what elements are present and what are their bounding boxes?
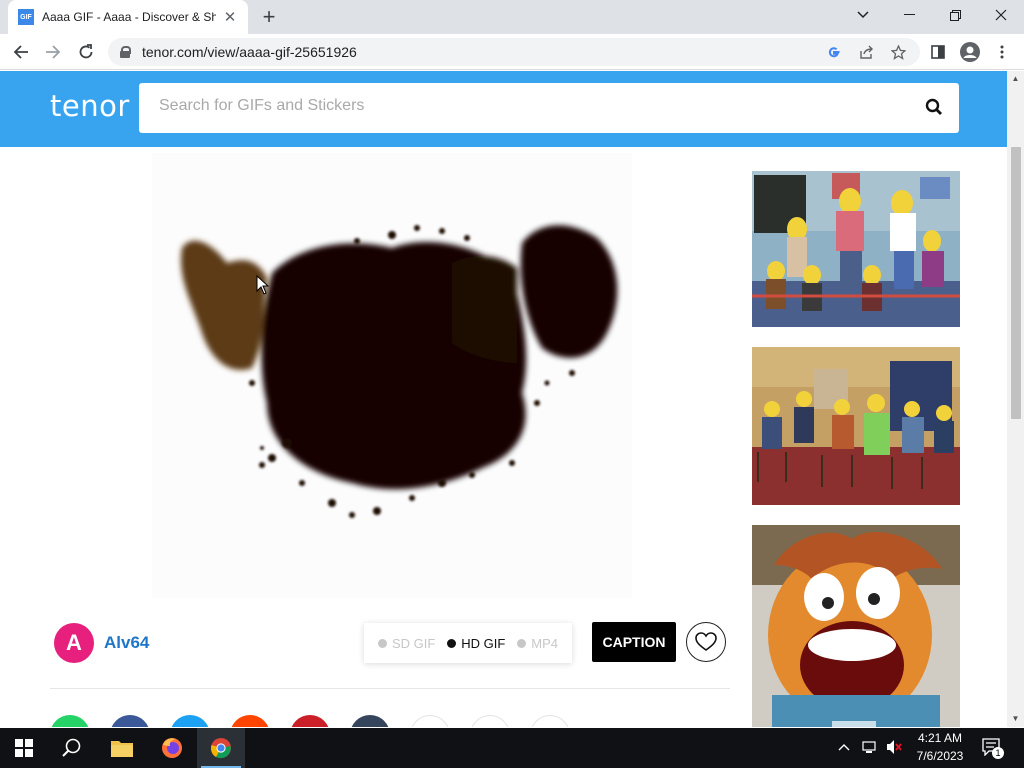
favorite-button[interactable]: [686, 622, 726, 662]
related-gif-2[interactable]: [752, 347, 960, 505]
tab-title: Aaaa GIF - Aaaa - Discover & Share GIFs: [42, 10, 216, 24]
profile-avatar-icon[interactable]: [958, 40, 982, 64]
radio-dot-icon: [447, 638, 457, 648]
forward-arrow-icon[interactable]: [41, 40, 65, 64]
caption-button[interactable]: CAPTION: [592, 622, 676, 662]
pinterest-share-icon[interactable]: [290, 715, 330, 727]
network-icon[interactable]: [862, 740, 878, 757]
kebab-menu-icon[interactable]: [990, 40, 1014, 64]
search-field[interactable]: Search for GIFs and Stickers: [139, 83, 959, 133]
chrome-taskbar-icon[interactable]: [197, 728, 245, 768]
bookmark-star-icon[interactable]: [889, 43, 907, 61]
page-viewport: tenor Search for GIFs and Stickers A Alv…: [0, 71, 1024, 727]
heart-icon: [695, 632, 717, 651]
format-sd-gif[interactable]: SD GIF: [377, 636, 435, 651]
tab-close-icon[interactable]: ✕: [222, 9, 238, 26]
volume-muted-icon[interactable]: [886, 739, 904, 758]
new-tab-plus-icon[interactable]: +: [258, 6, 280, 28]
link-share-icon[interactable]: [410, 715, 450, 727]
main-gif[interactable]: [152, 153, 632, 598]
search-icon[interactable]: [925, 98, 945, 118]
tenor-favicon-icon: GIF: [18, 9, 34, 25]
reddit-share-icon[interactable]: [230, 715, 270, 727]
windows-taskbar: 4:21 AM 7/6/2023 1: [0, 728, 1024, 768]
embed-share-icon[interactable]: [530, 715, 570, 727]
google-g-icon[interactable]: [825, 43, 843, 61]
windows-start-icon[interactable]: [0, 728, 48, 768]
search-taskbar-icon[interactable]: [48, 728, 96, 768]
file-explorer-icon[interactable]: [98, 728, 146, 768]
tray-chevron-up-icon[interactable]: [838, 740, 850, 754]
lock-icon: [120, 46, 131, 58]
reload-icon[interactable]: [74, 40, 98, 64]
email-share-icon[interactable]: [470, 715, 510, 727]
username-link[interactable]: Alv64: [104, 633, 149, 653]
address-bar[interactable]: tenor.com/view/aaaa-gif-25651926: [108, 38, 920, 66]
tenor-logo[interactable]: tenor: [50, 89, 130, 123]
mouse-cursor-icon: [256, 275, 270, 295]
avatar[interactable]: A: [54, 623, 94, 663]
scroll-thumb[interactable]: [1011, 147, 1021, 419]
format-hd-gif[interactable]: HD GIF: [447, 636, 505, 651]
browser-toolbar: tenor.com/view/aaaa-gif-25651926: [0, 34, 1024, 70]
format-mp4[interactable]: MP4: [517, 636, 558, 651]
browser-tab-strip: GIF Aaaa GIF - Aaaa - Discover & Share G…: [0, 0, 1024, 34]
divider: [50, 688, 730, 689]
restore-icon[interactable]: [932, 0, 978, 30]
tab-search-chevron-down-icon[interactable]: [840, 0, 886, 30]
scroll-down-arrow-icon[interactable]: ▼: [1010, 714, 1021, 724]
tumblr-share-icon[interactable]: [350, 715, 390, 727]
radio-dot-icon: [517, 638, 527, 648]
facebook-share-icon[interactable]: [110, 715, 150, 727]
clock-time[interactable]: 4:21 AM: [910, 731, 970, 745]
scroll-up-arrow-icon[interactable]: ▲: [1010, 74, 1021, 84]
format-toggle: SD GIF HD GIF MP4: [364, 623, 572, 663]
page-scrollbar[interactable]: ▲ ▼: [1007, 71, 1024, 727]
related-gif-3[interactable]: [752, 525, 960, 727]
close-window-icon[interactable]: [978, 0, 1024, 30]
tenor-header: tenor Search for GIFs and Stickers: [0, 71, 1007, 147]
firefox-icon[interactable]: [148, 728, 196, 768]
twitter-share-icon[interactable]: [170, 715, 210, 727]
side-panel-icon[interactable]: [926, 40, 950, 64]
clock-date[interactable]: 7/6/2023: [910, 749, 970, 763]
radio-dot-icon: [377, 638, 387, 648]
notification-count-badge: 1: [992, 747, 1004, 759]
browser-tab[interactable]: GIF Aaaa GIF - Aaaa - Discover & Share G…: [8, 0, 248, 34]
url-text: tenor.com/view/aaaa-gif-25651926: [142, 44, 357, 60]
whatsapp-share-icon[interactable]: [50, 715, 90, 727]
search-input[interactable]: Search for GIFs and Stickers: [159, 97, 364, 115]
related-gif-1[interactable]: [752, 171, 960, 327]
share-page-icon[interactable]: [857, 43, 875, 61]
minimize-icon[interactable]: [886, 0, 932, 30]
back-arrow-icon[interactable]: [9, 40, 33, 64]
